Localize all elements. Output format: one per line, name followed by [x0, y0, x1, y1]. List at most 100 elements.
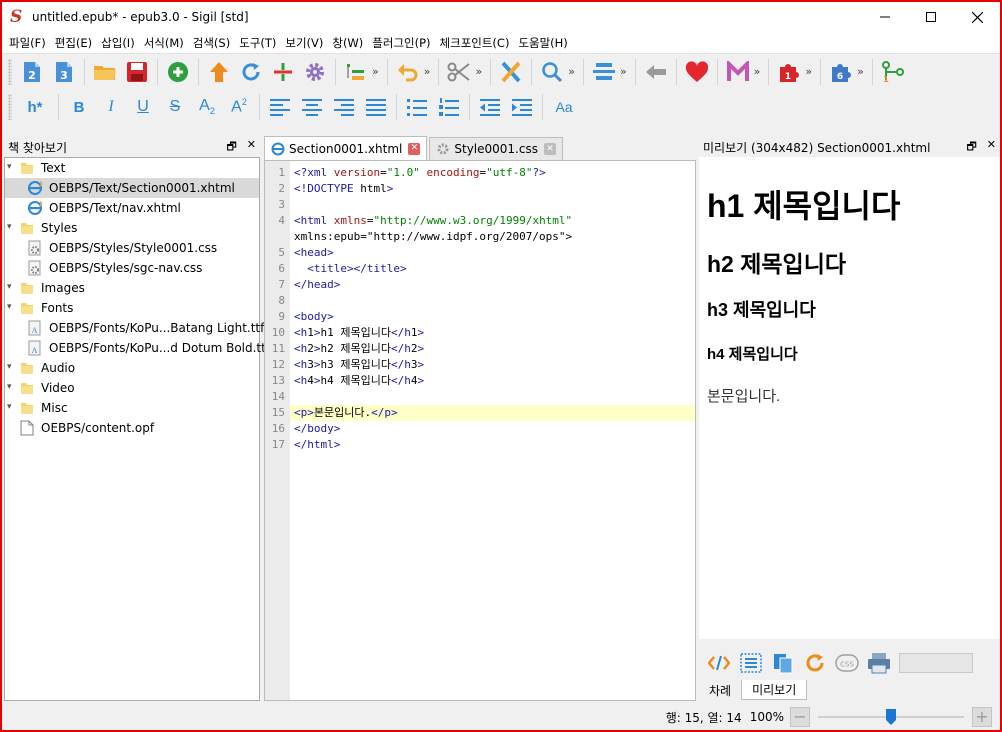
- code-area[interactable]: 1 <?xml version="1.0" encoding="utf-8"?> 2…: [272, 165, 695, 453]
- menu-window[interactable]: 창(W): [328, 35, 367, 51]
- inspect-button[interactable]: [705, 650, 733, 676]
- toolbar-overflow[interactable]: »: [568, 65, 575, 78]
- float-pane-icon[interactable]: 🗗: [226, 138, 236, 157]
- align-justify-button[interactable]: [362, 93, 390, 121]
- toolbar-overflow[interactable]: »: [805, 65, 812, 78]
- toolbar-overflow[interactable]: »: [857, 65, 864, 78]
- toolbar-overflow[interactable]: »: [424, 65, 431, 78]
- tree-folder[interactable]: ▾ Video: [5, 378, 259, 398]
- plugin-6-button[interactable]: 6: [827, 58, 855, 86]
- find-replace-button[interactable]: [538, 58, 566, 86]
- tree-file[interactable]: OEBPS/Styles/Style0001.css: [5, 238, 259, 258]
- toggle-css-button[interactable]: CSS: [833, 650, 861, 676]
- expand-caret-icon[interactable]: ▾: [7, 302, 12, 312]
- zoom-out-button[interactable]: −: [790, 707, 810, 727]
- minimize-button[interactable]: [862, 2, 908, 32]
- move-up-button[interactable]: [205, 58, 233, 86]
- menu-insert[interactable]: 삽입(I): [97, 35, 139, 51]
- toolbar-overflow[interactable]: »: [475, 65, 482, 78]
- tree-file[interactable]: A OEBPS/Fonts/KoPu...d Dotum Bold.ttf: [5, 338, 270, 358]
- tree-folder[interactable]: ▾ Audio: [5, 358, 259, 378]
- reports-button[interactable]: [590, 58, 618, 86]
- zoom-slider-thumb[interactable]: [886, 709, 896, 725]
- new-epub3-button[interactable]: 3: [50, 58, 78, 86]
- code-line[interactable]: 14: [272, 389, 695, 405]
- code-line[interactable]: 10 <h1>h1 제목입니다</h1>: [272, 325, 695, 341]
- expand-caret-icon[interactable]: ▾: [7, 162, 12, 172]
- outline-button[interactable]: [342, 58, 370, 86]
- code-line[interactable]: 7 </head>: [278, 277, 695, 293]
- metadata-button[interactable]: [724, 58, 752, 86]
- heading-button[interactable]: h*: [18, 93, 52, 121]
- expand-caret-icon[interactable]: ▾: [7, 402, 12, 412]
- back-button[interactable]: [642, 58, 670, 86]
- new-epub2-button[interactable]: 2: [18, 58, 46, 86]
- bullet-list-button[interactable]: [403, 93, 431, 121]
- menu-checkpoints[interactable]: 체크포인트(C): [436, 35, 514, 51]
- save-button[interactable]: [123, 58, 151, 86]
- expand-caret-icon[interactable]: ▾: [7, 282, 12, 292]
- donate-button[interactable]: [683, 58, 711, 86]
- menu-format[interactable]: 서식(M): [140, 35, 188, 51]
- settings-button[interactable]: [301, 58, 329, 86]
- code-line[interactable]: 2 <!DOCTYPE html>: [278, 181, 695, 197]
- print-button[interactable]: [865, 650, 893, 676]
- close-tab-icon[interactable]: ✕: [543, 143, 556, 155]
- refresh-button[interactable]: [237, 58, 265, 86]
- cut-button[interactable]: [445, 58, 473, 86]
- menu-search[interactable]: 검색(S): [189, 35, 234, 51]
- code-line[interactable]: xmlns:epub="http://www.idpf.org/2007/ops…: [290, 229, 695, 245]
- code-line[interactable]: 4 <html xmlns="http://www.w3.org/1999/xht…: [278, 213, 695, 229]
- tree-folder[interactable]: ▾ Text: [5, 158, 259, 178]
- maximize-button[interactable]: [908, 2, 954, 32]
- zoom-in-button[interactable]: +: [972, 707, 992, 727]
- superscript-button[interactable]: A2: [225, 93, 253, 121]
- tree-folder[interactable]: ▾ Images: [5, 278, 259, 298]
- align-center-button[interactable]: [298, 93, 326, 121]
- align-left-button[interactable]: [266, 93, 294, 121]
- toolbar-grip[interactable]: [8, 58, 12, 85]
- tree-file[interactable]: OEBPS/Styles/sgc-nav.css: [5, 258, 259, 278]
- strikethrough-button[interactable]: S: [161, 93, 189, 121]
- decrease-indent-button[interactable]: [476, 93, 504, 121]
- plugin-1-button[interactable]: 1: [775, 58, 803, 86]
- menu-tools[interactable]: 도구(T): [235, 35, 280, 51]
- code-line[interactable]: 6 <title></title>: [278, 261, 695, 277]
- tab-preview[interactable]: 미리보기: [741, 680, 808, 700]
- tree-file[interactable]: A OEBPS/Fonts/KoPu...Batang Light.ttf: [5, 318, 264, 338]
- menu-help[interactable]: 도움말(H): [514, 35, 571, 51]
- bold-button[interactable]: B: [65, 93, 93, 121]
- copy-button[interactable]: [769, 650, 797, 676]
- code-line[interactable]: 15 <p>본문입니다.</p>: [272, 405, 695, 421]
- preview-url-field[interactable]: [899, 653, 973, 673]
- checkpoint-button[interactable]: 1: [879, 58, 907, 86]
- code-line[interactable]: 11 <h2>h2 제목입니다</h2>: [272, 341, 695, 357]
- tab-toc[interactable]: 차례: [699, 680, 741, 700]
- expand-caret-icon[interactable]: ▾: [7, 362, 12, 372]
- float-pane-icon[interactable]: 🗗: [966, 138, 976, 157]
- tab-section0001[interactable]: Section0001.xhtml ✕: [264, 136, 428, 160]
- validate-button[interactable]: [497, 58, 525, 86]
- open-button[interactable]: [91, 58, 119, 86]
- split-button[interactable]: [269, 58, 297, 86]
- code-line[interactable]: 3: [278, 197, 695, 213]
- code-line[interactable]: 1 <?xml version="1.0" encoding="utf-8"?>: [278, 165, 695, 181]
- reload-preview-button[interactable]: [801, 650, 829, 676]
- toolbar-overflow[interactable]: »: [620, 65, 627, 78]
- underline-button[interactable]: U: [129, 93, 157, 121]
- tree-folder[interactable]: ▾ Fonts: [5, 298, 259, 318]
- close-tab-icon[interactable]: ✕: [408, 142, 421, 155]
- subscript-button[interactable]: A2: [193, 93, 221, 121]
- numbered-list-button[interactable]: [435, 93, 463, 121]
- code-line[interactable]: 9 <body>: [278, 309, 695, 325]
- tab-style0001[interactable]: Style0001.css ✕: [429, 137, 563, 160]
- italic-button[interactable]: I: [97, 93, 125, 121]
- undo-button[interactable]: [394, 58, 422, 86]
- menu-file[interactable]: 파일(F): [5, 35, 50, 51]
- close-pane-icon[interactable]: ✕: [247, 138, 256, 157]
- case-button[interactable]: Aa: [549, 93, 579, 121]
- zoom-slider[interactable]: [818, 707, 964, 727]
- tree-file[interactable]: OEBPS/content.opf: [5, 418, 259, 438]
- code-line[interactable]: 8: [278, 293, 695, 309]
- select-all-button[interactable]: [737, 650, 765, 676]
